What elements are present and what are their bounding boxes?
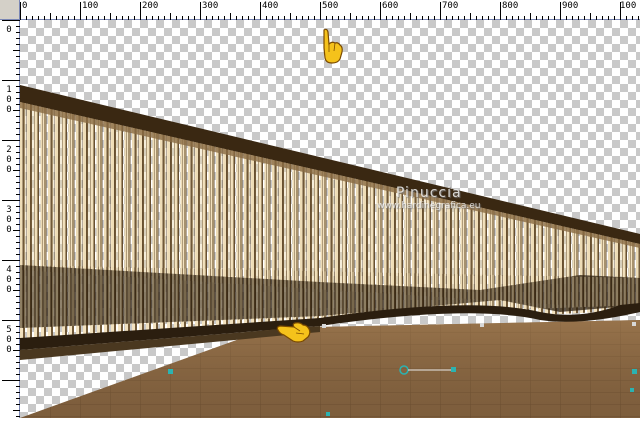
- ruler-label-700: 700: [442, 1, 459, 11]
- node-handle: [451, 367, 456, 372]
- vruler-label-500-d2: 0: [6, 335, 12, 345]
- pointing-hand-icon: [323, 28, 343, 64]
- ruler-corner: [0, 0, 20, 20]
- vruler-label-100-d2: 0: [6, 95, 12, 105]
- ruler-label-800: 800: [502, 1, 519, 11]
- vruler-label-200-d3: 0: [6, 165, 12, 175]
- vruler-label-400-d2: 0: [6, 275, 12, 285]
- watermark-name: Pinuccia: [395, 185, 462, 201]
- ruler-label-200: 200: [142, 1, 159, 11]
- node-handle: [632, 369, 637, 374]
- ruler-label-300: 300: [202, 1, 219, 11]
- vruler-label-300-d2: 0: [6, 215, 12, 225]
- node-handle: [480, 323, 484, 327]
- watermark-url: www.hardinegrafica.eu: [377, 201, 481, 211]
- ruler-label-0: 0: [22, 1, 28, 11]
- vruler-label-500-d3: 0: [6, 345, 12, 355]
- vruler-label-400-d1: 4: [6, 265, 12, 275]
- watermark: Pinuccia www.hardinegrafica.eu: [377, 185, 481, 211]
- ruler-label-1000: 100: [620, 1, 637, 11]
- ruler-label-100: 100: [82, 1, 99, 11]
- vruler-label-200-d1: 2: [6, 145, 12, 155]
- image-editor-window: 0 100 200 300 400 500 600 700 800 900 10…: [0, 0, 640, 418]
- ruler-label-400: 400: [262, 1, 279, 11]
- vruler-label-0: 0: [6, 25, 12, 35]
- node-handle: [632, 322, 636, 326]
- vruler-label-300-d3: 0: [6, 225, 12, 235]
- vruler-label-500-d1: 5: [6, 325, 12, 335]
- vruler-label-100-d1: 1: [6, 85, 12, 95]
- vertical-ruler[interactable]: 0 1 0 0 2 0 0 3 0 0 4 0 0 5 0 0: [0, 20, 20, 418]
- node-handle: [326, 412, 330, 416]
- vruler-label-400-d3: 0: [6, 285, 12, 295]
- node-handle: [322, 324, 326, 328]
- vruler-label-100-d3: 0: [6, 105, 12, 115]
- pointing-hand-icon: [276, 322, 311, 343]
- image-canvas[interactable]: Pinuccia www.hardinegrafica.eu: [20, 20, 640, 418]
- node-handle: [168, 369, 173, 374]
- vruler-label-300-d1: 3: [6, 205, 12, 215]
- ruler-label-500: 500: [322, 1, 339, 11]
- scene-artwork: [20, 85, 640, 418]
- ruler-label-600: 600: [382, 1, 399, 11]
- node-handle: [630, 388, 634, 392]
- ruler-label-900: 900: [562, 1, 579, 11]
- vruler-label-200-d2: 0: [6, 155, 12, 165]
- horizontal-ruler[interactable]: 0 100 200 300 400 500 600 700 800 900 10…: [20, 0, 640, 20]
